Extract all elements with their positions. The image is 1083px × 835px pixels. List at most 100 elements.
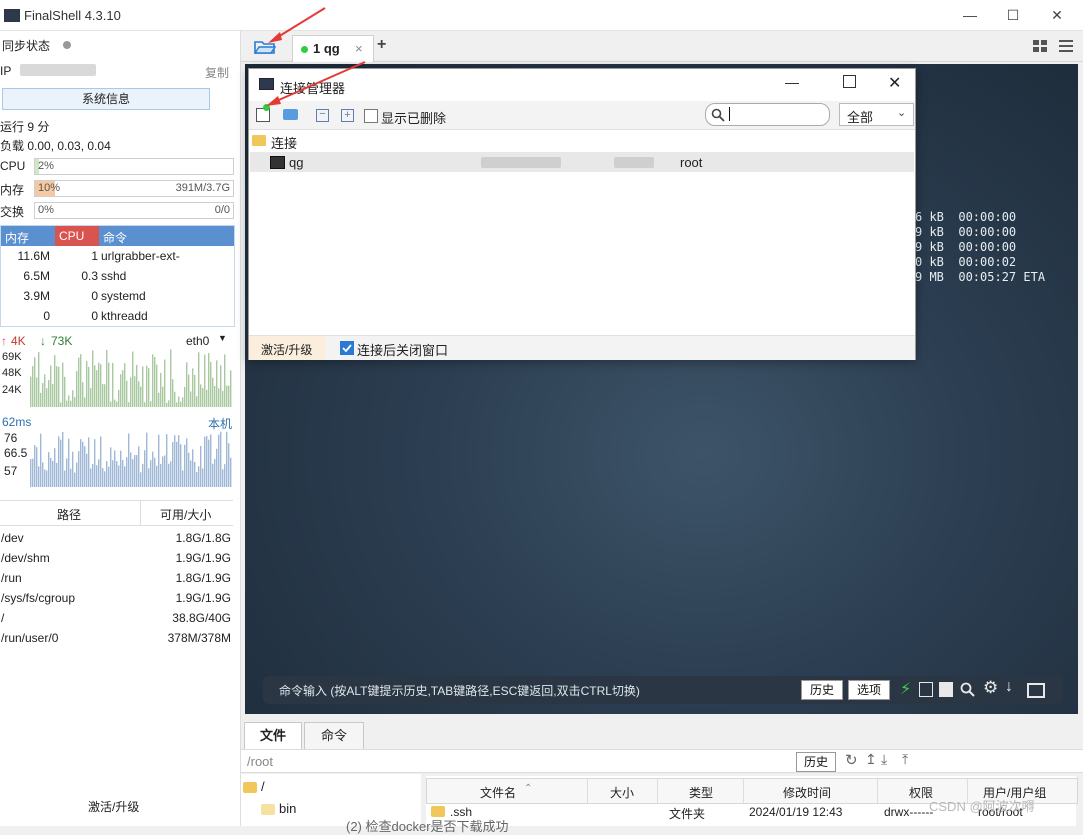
graph-bar [50, 457, 52, 487]
gear-icon[interactable]: ⚙ [983, 678, 998, 698]
command-input-bar: 命令输入 (按ALT键提示历史,TAB键路径,ESC键返回,双击CTRL切换) … [263, 676, 1063, 704]
graph-bar [84, 397, 86, 407]
history-button[interactable]: 历史 [801, 680, 843, 700]
copy-icon[interactable] [919, 682, 933, 697]
fullscreen-icon[interactable] [1027, 683, 1045, 698]
graph-bar [174, 391, 176, 407]
refresh-icon[interactable]: ↻ [845, 751, 858, 769]
file-type: 文件夹 [669, 807, 706, 821]
graph-bar [62, 362, 64, 407]
graph-bar [80, 354, 82, 407]
graph-bar [148, 368, 150, 407]
tree-root[interactable]: / [261, 779, 265, 794]
process-row[interactable]: 6.5M 0.3 sshd [1, 266, 234, 286]
fs-row[interactable]: /run/user/0 378M/378M [0, 628, 233, 648]
download-file-icon[interactable]: ⤓ [881, 751, 887, 768]
mem-detail: 391M/3.7G [175, 182, 230, 194]
paste-icon[interactable] [939, 682, 953, 697]
process-row[interactable]: 0 0 kthreadd [1, 306, 234, 326]
col-filename[interactable]: 文件名 [480, 784, 516, 801]
close-after-connect-checkbox[interactable] [340, 341, 354, 355]
graph-bar [98, 362, 100, 407]
graph-bar [76, 462, 78, 487]
graph-bar [102, 468, 104, 487]
graph-bar [112, 362, 114, 407]
path-history-button[interactable]: 历史 [796, 752, 836, 772]
graph-bar [230, 370, 232, 407]
graph-bar [178, 435, 180, 487]
graph-bar [58, 366, 60, 407]
graph-bar [98, 459, 100, 487]
path-bar[interactable]: /root 历史 ↻ ↥ ⤓ ⤒ [241, 749, 1083, 773]
tab-commands[interactable]: 命令 [304, 722, 364, 750]
graph-bar [126, 380, 128, 407]
process-row[interactable]: 3.9M 0 systemd [1, 286, 234, 306]
ping-target[interactable]: 本机 [208, 415, 232, 432]
graph-bar [94, 439, 96, 487]
graph-bar [136, 364, 138, 407]
folder-icon [261, 804, 275, 815]
fs-row[interactable]: /run 1.8G/1.9G [0, 568, 233, 588]
graph-bar [34, 445, 36, 487]
col-size[interactable]: 大小 [610, 784, 634, 801]
fs-path: /sys/fs/cgroup [1, 591, 76, 605]
graph-bar [164, 359, 166, 407]
graph-bar [138, 381, 140, 407]
proc-col-cmd[interactable]: 命令 [103, 229, 127, 246]
fs-row[interactable]: /sys/fs/cgroup 1.9G/1.9G [0, 588, 233, 608]
fs-row[interactable]: / 38.8G/40G [0, 608, 233, 628]
options-button[interactable]: 选项 [848, 680, 890, 700]
tree-bin[interactable]: bin [279, 801, 296, 816]
graph-bar [60, 402, 62, 407]
dialog-footer: 激活/升级 连接后关闭窗口 [249, 335, 915, 360]
graph-bar [82, 441, 84, 487]
lightning-icon[interactable]: ⚡ [900, 679, 911, 699]
fs-row[interactable]: /dev/shm 1.9G/1.9G [0, 548, 233, 568]
download-icon[interactable]: ↓ [1005, 678, 1013, 696]
mem-label: 内存 [0, 183, 25, 197]
connection-folder[interactable]: 连接 [271, 133, 297, 152]
graph-bar [56, 462, 58, 487]
connection-row-qg[interactable]: qg root [250, 152, 914, 172]
proc-col-cpu[interactable]: CPU [59, 229, 84, 243]
graph-bar [182, 470, 184, 487]
graph-bar [68, 395, 70, 407]
close-after-connect-label: 连接后关闭窗口 [357, 343, 449, 358]
upgrade-link[interactable]: 激活/升级 [88, 798, 139, 815]
net-interface-select[interactable]: eth0 [186, 334, 209, 348]
graph-bar [168, 463, 170, 487]
dialog-upgrade-link[interactable]: 激活/升级 [261, 341, 312, 358]
fs-row[interactable]: /dev 1.8G/1.8G [0, 528, 233, 548]
graph-bar [40, 433, 42, 487]
graph-bar [78, 357, 80, 407]
system-monitor-panel: 同步状态 IP 复制 系统信息 运行 9 分 负载 0.00, 0.03, 0.… [0, 31, 241, 826]
annotation-arrows [266, 7, 366, 106]
graph-bar [126, 457, 128, 487]
fs-col-path[interactable]: 路径 [57, 506, 81, 523]
tab-files[interactable]: 文件 [244, 722, 302, 749]
graph-bar [116, 401, 118, 407]
col-mtime[interactable]: 修改时间 [783, 784, 831, 801]
graph-bar [160, 372, 162, 407]
graph-bar [52, 460, 54, 487]
current-path: /root [247, 754, 274, 769]
graph-bar [202, 468, 204, 487]
fs-col-size[interactable]: 可用/大小 [160, 506, 211, 523]
proc-col-mem[interactable]: 内存 [5, 229, 29, 246]
up-directory-icon[interactable]: ↥ [865, 751, 877, 768]
graph-bar [76, 371, 78, 407]
graph-bar [66, 458, 68, 487]
graph-bar [64, 376, 66, 407]
search-icon[interactable] [960, 682, 975, 697]
col-type[interactable]: 类型 [689, 784, 713, 801]
graph-bar [172, 379, 174, 407]
ping-latency: 62ms [2, 415, 32, 429]
chevron-down-icon[interactable]: ▼ [218, 333, 227, 343]
process-row[interactable]: 11.6M 1 urlgrabber-ext- [1, 246, 234, 266]
command-input[interactable]: 命令输入 (按ALT键提示历史,TAB键路径,ESC键返回,双击CTRL切换) [279, 682, 640, 699]
graph-bar [198, 466, 200, 487]
graph-bar [106, 349, 108, 407]
graph-bar [100, 364, 102, 407]
upload-file-icon[interactable]: ⤒ [902, 751, 908, 768]
graph-bar [96, 465, 98, 487]
